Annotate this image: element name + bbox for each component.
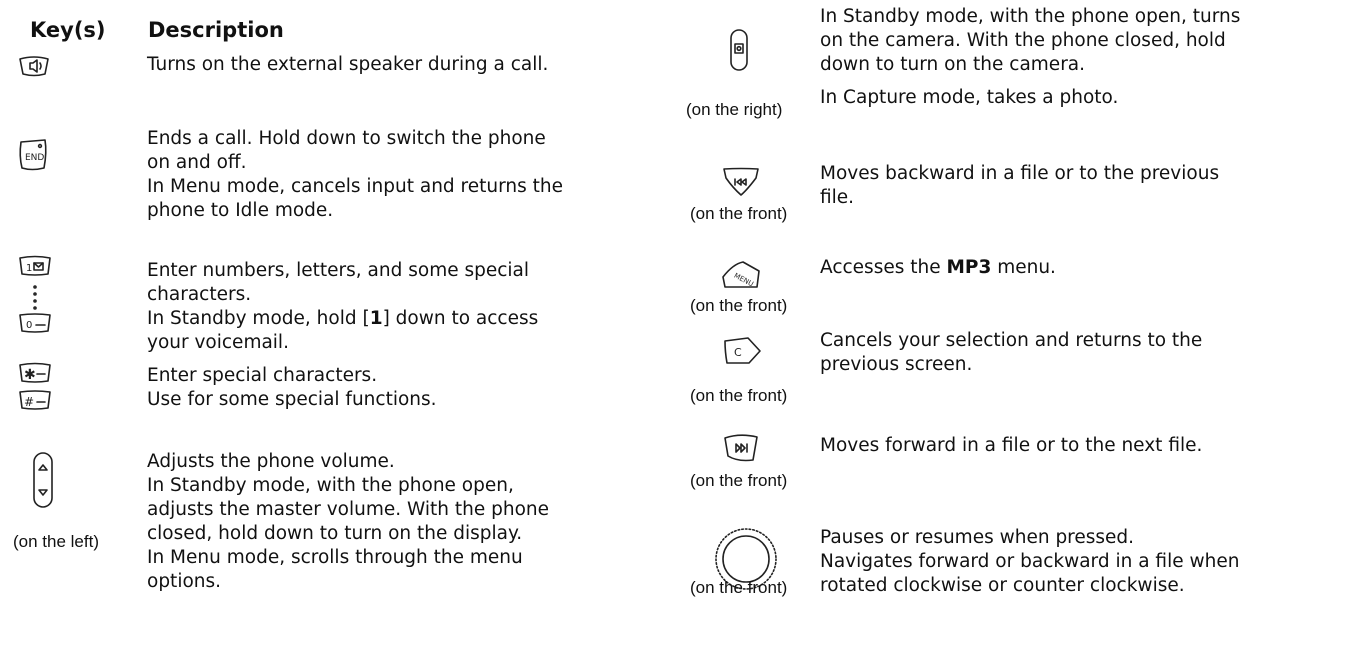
mp3-menu-key-caption: (on the front) <box>690 296 788 315</box>
speaker-key-description: Turns on the external speaker during a c… <box>147 54 549 75</box>
cancel-key-description: Cancels your selection and returns to th… <box>820 330 1203 375</box>
svg-text:END: END <box>25 153 44 163</box>
volume-key-description: Adjusts the phone volume. In Standby mod… <box>147 451 550 592</box>
svg-text:MENU: MENU <box>733 272 755 289</box>
next-key-description: Moves forward in a file or to the next f… <box>820 435 1203 456</box>
svg-text:C: C <box>734 346 742 359</box>
mp3-menu-key-icon: MENU <box>720 260 762 290</box>
number-keys-icon: 10 <box>17 255 53 337</box>
svg-text:✱: ✱ <box>24 367 36 383</box>
previous-key-icon <box>721 166 761 198</box>
mp3-menu-key-description: Accesses the MP3 menu. <box>820 257 1056 278</box>
star-hash-keys-icon: ✱ # <box>17 362 53 414</box>
next-key-caption: (on the front) <box>690 471 788 490</box>
svg-text:#: # <box>24 395 34 409</box>
header-description: Description <box>148 18 284 42</box>
speaker-key-icon <box>17 54 51 78</box>
special-keys-description: Enter special characters. Use for some s… <box>147 365 437 410</box>
cancel-key-caption: (on the front) <box>690 386 788 405</box>
previous-key-caption: (on the front) <box>690 204 788 223</box>
navigation-wheel-caption: (on the front) <box>690 578 788 597</box>
end-key-description: Ends a call. Hold down to switch the pho… <box>147 128 564 221</box>
cancel-key-icon: C <box>722 336 762 366</box>
navigation-wheel-description: Pauses or resumes when pressed. Navigate… <box>820 527 1240 596</box>
volume-key-caption: (on the left) <box>13 532 99 551</box>
number-keys-description: Enter numbers, letters, and some special… <box>147 260 539 353</box>
next-key-icon <box>722 432 760 466</box>
camera-key-caption: (on the right) <box>686 100 783 119</box>
svg-text:1: 1 <box>26 263 32 274</box>
svg-text:0: 0 <box>26 320 32 331</box>
camera-key-icon <box>727 28 751 72</box>
volume-key-icon <box>30 451 56 509</box>
end-key-icon: END <box>17 138 49 174</box>
previous-key-description: Moves backward in a file or to the previ… <box>820 163 1220 208</box>
header-keys: Key(s) <box>30 18 106 42</box>
camera-key-description: In Standby mode, with the phone open, tu… <box>820 6 1241 108</box>
